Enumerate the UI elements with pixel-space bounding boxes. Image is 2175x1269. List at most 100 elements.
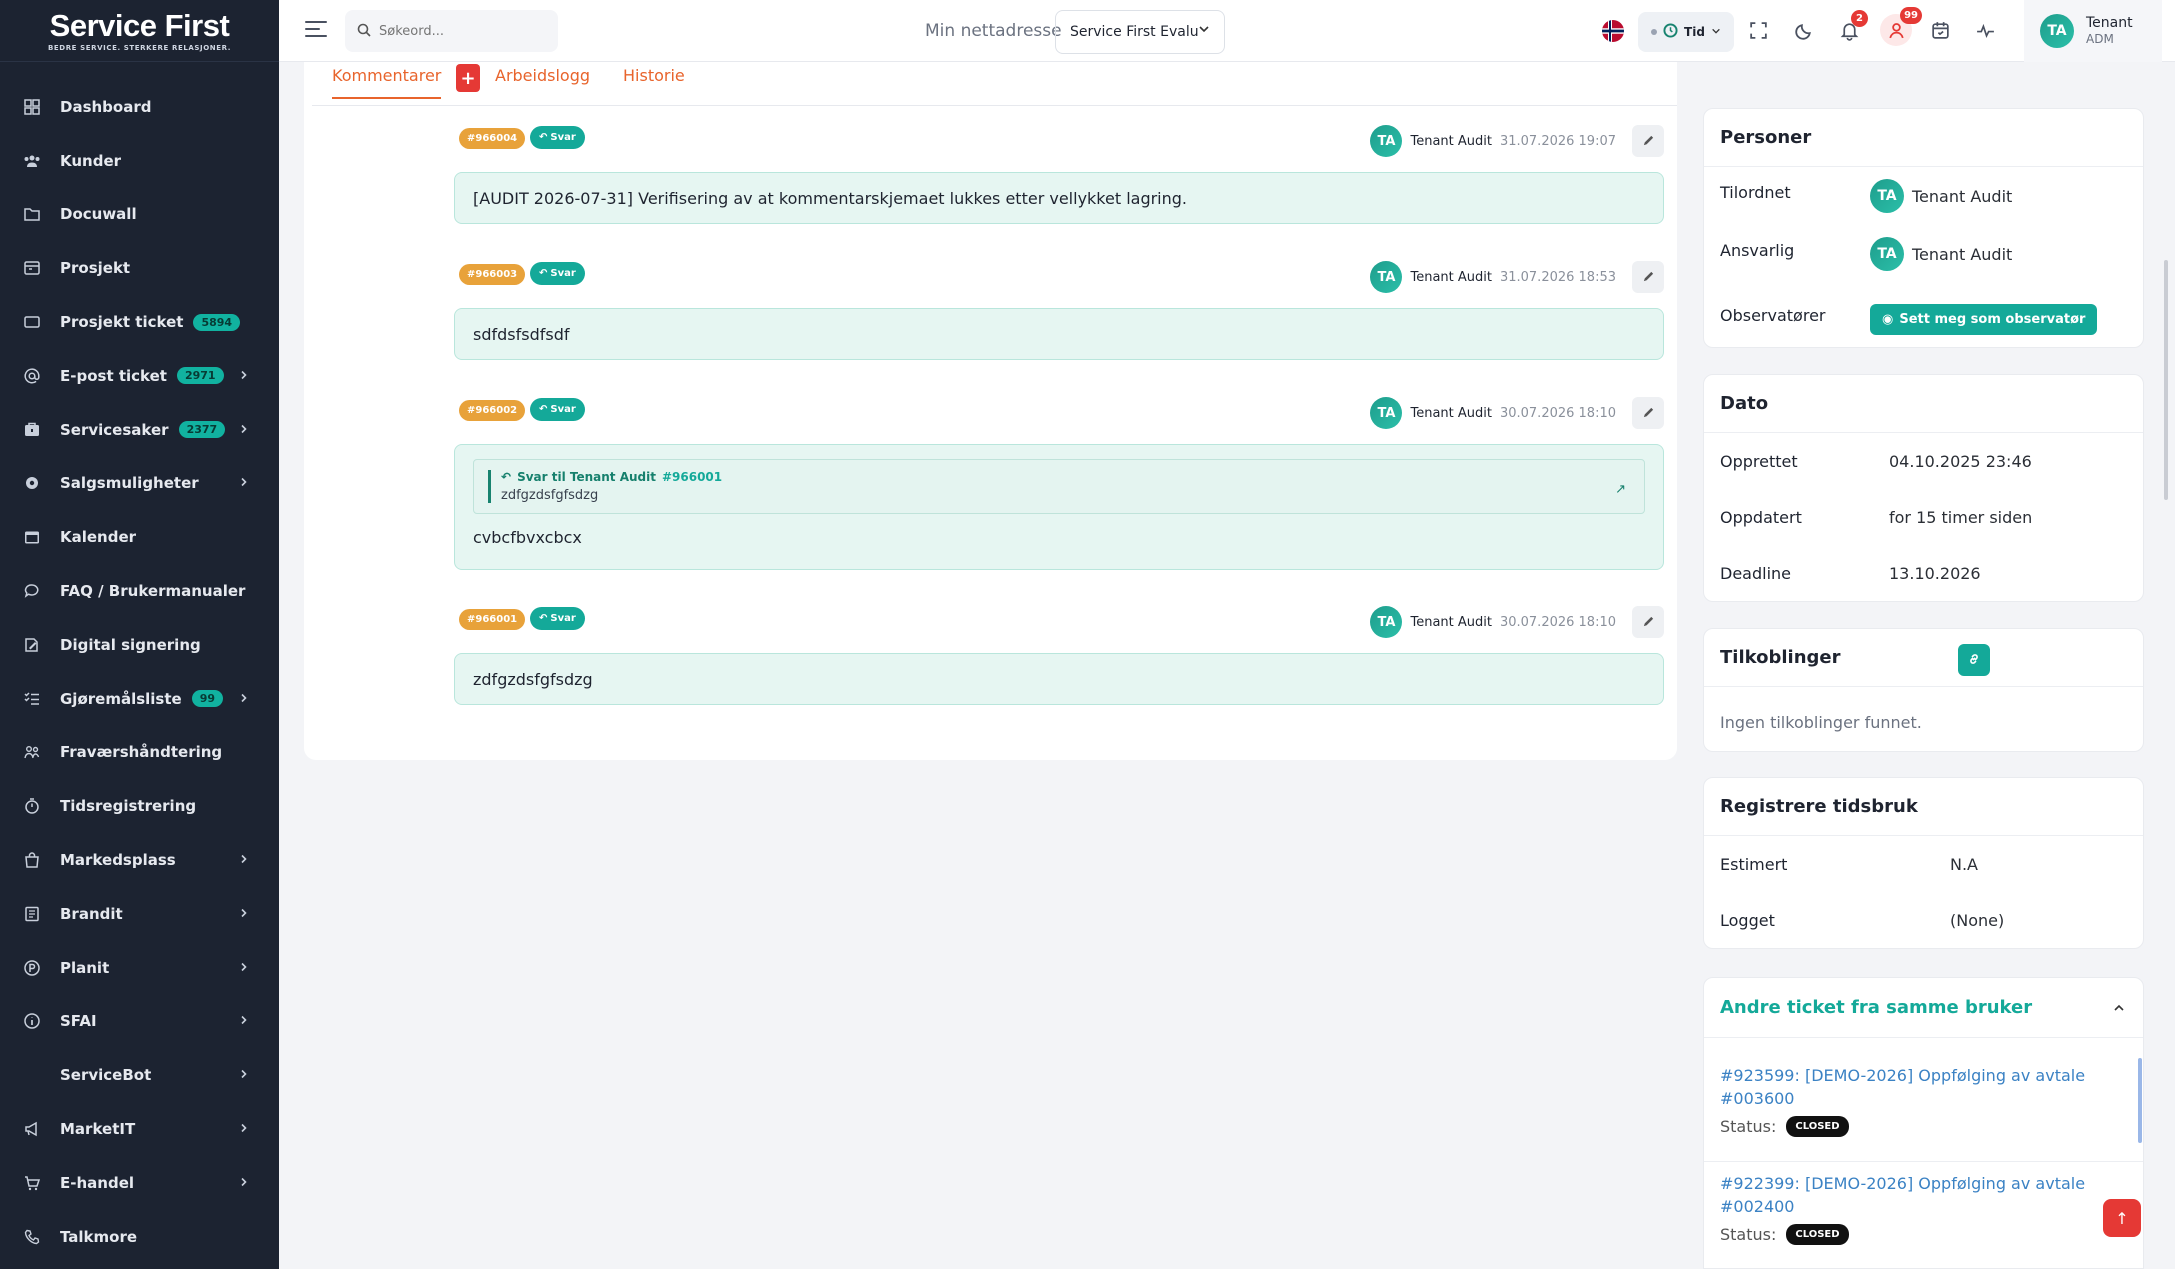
reply-button[interactable]: ↶ Svar bbox=[530, 262, 585, 285]
updated-row: Oppdatert bbox=[1704, 508, 1802, 527]
other-tickets-header[interactable]: Andre ticket fra samme bruker bbox=[1704, 978, 2143, 1038]
reply-button[interactable]: ↶ Svar bbox=[530, 126, 585, 149]
sidebar-item-salgsmuligheter[interactable]: Salgsmuligheter bbox=[0, 457, 279, 511]
notification-count: 2 bbox=[1851, 10, 1868, 27]
sidebar-item-prosjekt-ticket[interactable]: Prosjekt ticket 5894 bbox=[0, 295, 279, 349]
people-alert-icon[interactable]: 99 bbox=[1880, 7, 1922, 46]
reply-label: Svar bbox=[550, 613, 576, 624]
comment-text: sdfdsfsdfsdf bbox=[473, 324, 570, 344]
time-tracker-button[interactable]: Tid bbox=[1638, 12, 1734, 52]
count-badge: 5894 bbox=[193, 313, 241, 331]
observe-button[interactable]: ◉ Sett meg som observatør bbox=[1870, 304, 2098, 335]
sidebar-item-docuwall[interactable]: Docuwall bbox=[0, 188, 279, 242]
assigned-value[interactable]: TA Tenant Audit bbox=[1870, 179, 2012, 213]
edit-comment-button[interactable] bbox=[1632, 606, 1664, 638]
sidebar: Service First BEDRE SERVICE. STERKERE RE… bbox=[0, 0, 279, 1269]
comment-author: Tenant Audit bbox=[1410, 269, 1492, 285]
sidebar-item-planit[interactable]: Planit bbox=[0, 941, 279, 995]
quote-text: zdfgzdsfgfsdzg bbox=[501, 488, 599, 503]
search-icon bbox=[357, 22, 371, 41]
other-ticket-link[interactable]: #923599: [DEMO-2026] Oppfølging av avtal… bbox=[1720, 1064, 2120, 1110]
sidebar-item-tidsregistrering[interactable]: Tidsregistrering bbox=[0, 779, 279, 833]
sidebar-item-e-handel[interactable]: E-handel bbox=[0, 1156, 279, 1210]
edit-comment-button[interactable] bbox=[1632, 125, 1664, 157]
sidebar-item-fraværshåndtering[interactable]: Fraværshåndtering bbox=[0, 726, 279, 780]
eye-icon: ◉ bbox=[1882, 312, 1894, 327]
count-badge: 2377 bbox=[178, 421, 226, 439]
tab-history[interactable]: Historie bbox=[623, 66, 685, 85]
observers-row: Observatører bbox=[1704, 306, 1826, 325]
sidebar-item-faq-brukermanualer[interactable]: FAQ / Brukermanualer bbox=[0, 564, 279, 618]
comment-id-badge[interactable]: #966002 bbox=[459, 400, 526, 421]
back-to-top-button[interactable]: ↑ bbox=[2103, 1199, 2141, 1237]
search-box[interactable] bbox=[345, 10, 558, 52]
topbar: Min nettadresse Service First Evalu Tid … bbox=[279, 0, 2175, 62]
fullscreen-icon[interactable] bbox=[1745, 17, 1771, 43]
observers-label: Observatører bbox=[1720, 306, 1826, 325]
activity-icon[interactable] bbox=[1972, 17, 1998, 43]
sidebar-item-sfai[interactable]: SFAI bbox=[0, 995, 279, 1049]
reply-label: Svar bbox=[550, 404, 576, 415]
tab-worklog[interactable]: Arbeidslogg bbox=[495, 66, 590, 85]
norway-flag-icon[interactable] bbox=[1602, 20, 1624, 42]
ticket-number: #002400 bbox=[1720, 1197, 1795, 1217]
status-label: Status: bbox=[1720, 1225, 1777, 1245]
observe-label: Sett meg som observatør bbox=[1899, 312, 2086, 327]
logged-row: Logget bbox=[1704, 911, 1775, 930]
brand-logo[interactable]: Service First BEDRE SERVICE. STERKERE RE… bbox=[0, 0, 279, 62]
edit-comment-button[interactable] bbox=[1632, 397, 1664, 429]
add-comment-button[interactable]: + bbox=[456, 64, 480, 92]
connections-title: Tilkoblinger bbox=[1704, 629, 2143, 687]
stopwatch-icon bbox=[22, 796, 42, 816]
sidebar-item-talkmore[interactable]: Talkmore bbox=[0, 1210, 279, 1264]
open-quote-icon[interactable]: ↗ bbox=[1615, 482, 1626, 497]
comment-id-badge[interactable]: #966001 bbox=[459, 609, 526, 630]
clock-icon bbox=[1663, 23, 1678, 41]
sidebar-item-markedsplass[interactable]: Markedsplass bbox=[0, 833, 279, 887]
sidebar-item-dashboard[interactable]: Dashboard bbox=[0, 80, 279, 134]
comment-body: sdfdsfsdfsdf bbox=[454, 308, 1664, 360]
reply-icon: ↶ bbox=[539, 404, 548, 415]
calendar-icon[interactable] bbox=[1927, 17, 1953, 43]
time-tracking-panel: Registrere tidsbruk Estimert N.A Logget … bbox=[1703, 777, 2144, 949]
search-input[interactable] bbox=[379, 23, 539, 39]
page-scrollbar[interactable] bbox=[2164, 260, 2168, 500]
sidebar-item-servicebot[interactable]: ServiceBot bbox=[0, 1048, 279, 1102]
user-menu[interactable]: TA Tenant ADM bbox=[2024, 0, 2162, 62]
reply-button[interactable]: ↶ Svar bbox=[530, 398, 585, 421]
sidebar-item-kunder[interactable]: Kunder bbox=[0, 134, 279, 188]
chevron-down-icon bbox=[1711, 25, 1721, 39]
comment-id-badge[interactable]: #966004 bbox=[459, 128, 526, 149]
sidebar-item-servicesaker[interactable]: Servicesaker 2377 bbox=[0, 403, 279, 457]
sidebar-item-brandit[interactable]: Brandit bbox=[0, 887, 279, 941]
comment-item: #966002 ↶ Svar TA Tenant Audit 30.07.2026… bbox=[454, 394, 1664, 570]
time-tracking-title: Registrere tidsbruk bbox=[1704, 778, 2143, 836]
count-badge: 2971 bbox=[176, 367, 224, 385]
tab-comments[interactable]: Kommentarer bbox=[332, 66, 442, 99]
sidebar-item-gjøremålsliste[interactable]: Gjøremålsliste 99 bbox=[0, 672, 279, 726]
notifications-icon[interactable]: 2 bbox=[1836, 10, 1868, 43]
comment-author: Tenant Audit bbox=[1410, 133, 1492, 149]
add-connection-button[interactable] bbox=[1958, 644, 1990, 676]
sidebar-item-digital-signering[interactable]: Digital signering bbox=[0, 618, 279, 672]
sidebar-item-prosjekt[interactable]: Prosjekt bbox=[0, 241, 279, 295]
logged-value: (None) bbox=[1950, 911, 2005, 930]
other-ticket-link[interactable]: #922399: [DEMO-2026] Oppfølging av avtal… bbox=[1720, 1172, 2120, 1218]
sidebar-item-e-post-ticket[interactable]: E-post ticket 2971 bbox=[0, 349, 279, 403]
sidebar-item-kalender[interactable]: Kalender bbox=[0, 510, 279, 564]
sidebar-item-marketit[interactable]: MarketIT bbox=[0, 1102, 279, 1156]
address-label: Min nettadresse bbox=[925, 21, 1062, 41]
sidebar-item-label: Talkmore bbox=[60, 1227, 138, 1246]
reply-icon: ↶ bbox=[501, 470, 512, 484]
reply-quote[interactable]: ↶ Svar til Tenant Audit #966001 zdfgzdsfgf… bbox=[473, 459, 1645, 514]
responsible-value[interactable]: TA Tenant Audit bbox=[1870, 237, 2012, 271]
dark-mode-icon[interactable] bbox=[1791, 17, 1817, 43]
edit-comment-button[interactable] bbox=[1632, 261, 1664, 293]
reply-button[interactable]: ↶ Svar bbox=[530, 607, 585, 630]
list-scrollbar[interactable] bbox=[2138, 1058, 2142, 1143]
address-select[interactable]: Service First Evalu bbox=[1055, 10, 1225, 54]
link-icon bbox=[1967, 651, 1981, 670]
project-icon bbox=[22, 258, 42, 278]
comment-id-badge[interactable]: #966003 bbox=[459, 264, 526, 285]
menu-toggle-icon[interactable] bbox=[305, 20, 327, 38]
